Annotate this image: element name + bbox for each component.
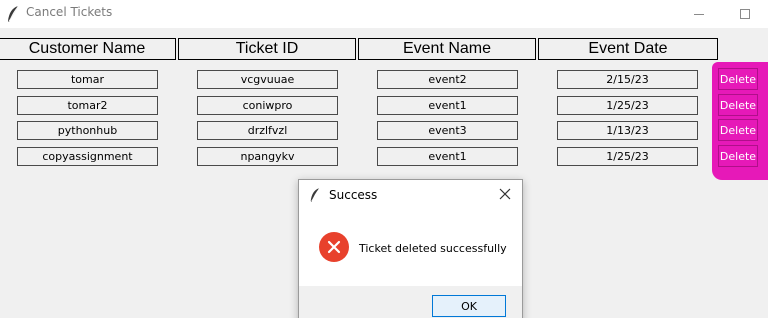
error-icon	[319, 232, 349, 262]
cell-event-date[interactable]: 1/13/23	[557, 121, 698, 140]
delete-button[interactable]: Delete	[718, 119, 758, 141]
minimize-button[interactable]	[676, 0, 722, 28]
cell-customer-name[interactable]: tomar	[17, 70, 158, 89]
header-ticket-id: Ticket ID	[178, 38, 356, 60]
cell-customer-name[interactable]: pythonhub	[17, 121, 158, 140]
cell-event-name[interactable]: event1	[377, 147, 518, 166]
feather-icon	[8, 5, 19, 22]
window-titlebar: Cancel Tickets	[0, 0, 768, 28]
cell-ticket-id[interactable]: npangykv	[197, 147, 338, 166]
maximize-icon	[740, 9, 750, 19]
cell-event-name[interactable]: event1	[377, 96, 518, 115]
dialog-close-button[interactable]	[495, 184, 515, 204]
dialog-title: Success	[329, 188, 378, 202]
window-title: Cancel Tickets	[26, 5, 113, 19]
cell-event-date[interactable]: 2/15/23	[557, 70, 698, 89]
delete-button[interactable]: Delete	[718, 68, 758, 90]
header-customer-name: Customer Name	[0, 38, 176, 60]
maximize-button[interactable]	[722, 0, 768, 28]
feather-icon	[310, 188, 320, 202]
cell-event-name[interactable]: event3	[377, 121, 518, 140]
cell-ticket-id[interactable]: drzlfvzl	[197, 121, 338, 140]
cell-ticket-id[interactable]: coniwpro	[197, 96, 338, 115]
ok-button[interactable]: OK	[432, 295, 506, 317]
cell-customer-name[interactable]: tomar2	[17, 96, 158, 115]
delete-button[interactable]: Delete	[718, 145, 758, 167]
header-event-name: Event Name	[358, 38, 536, 60]
cell-customer-name[interactable]: copyassignment	[17, 147, 158, 166]
cell-event-date[interactable]: 1/25/23	[557, 147, 698, 166]
header-event-date: Event Date	[538, 38, 718, 60]
cell-event-name[interactable]: event2	[377, 70, 518, 89]
dialog-message: Ticket deleted successfully	[359, 242, 507, 255]
cell-ticket-id[interactable]: vcgvuuae	[197, 70, 338, 89]
dialog-footer: OK	[299, 286, 522, 318]
cell-event-date[interactable]: 1/25/23	[557, 96, 698, 115]
delete-button[interactable]: Delete	[718, 94, 758, 116]
close-icon	[499, 188, 511, 200]
success-dialog: Success Ticket deleted successfully OK	[298, 179, 523, 318]
minimize-icon	[694, 13, 704, 15]
